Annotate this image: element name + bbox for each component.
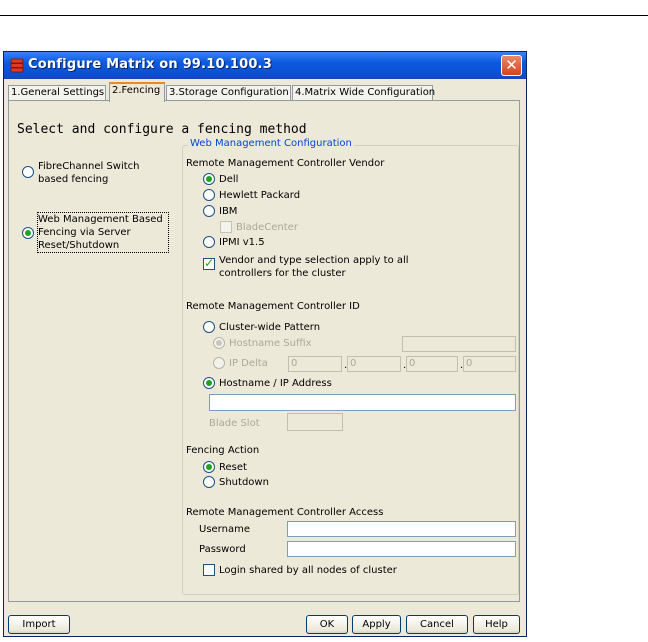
import-button[interactable]: Import	[8, 615, 70, 634]
hostname-suffix-radio[interactable]	[213, 337, 225, 349]
matrix-app-icon	[10, 58, 24, 73]
vendor-ipmi-label: IPMI v1.5	[219, 237, 265, 248]
window-title: Configure Matrix on 99.10.100.3	[28, 57, 272, 72]
hostname-suffix-label: Hostname Suffix	[229, 338, 312, 349]
vendor-apply-all-label: Vendor and type selection apply to all c…	[219, 255, 409, 279]
ip-delta-radio[interactable]	[213, 357, 225, 369]
bladecenter-label: BladeCenter	[236, 222, 298, 233]
tab-matrix-wide-configuration[interactable]: 4.Matrix Wide Configuration	[292, 85, 435, 101]
vendor-ibm-radio[interactable]	[203, 205, 215, 217]
tab-storage-configuration[interactable]: 3.Storage Configuration	[166, 85, 291, 101]
cluster-pattern-radio[interactable]	[203, 321, 215, 333]
vendor-ibm-label: IBM	[219, 206, 238, 217]
tab-fencing[interactable]: 2.Fencing	[109, 82, 165, 102]
hostname-ip-input[interactable]	[209, 394, 516, 411]
cancel-button[interactable]: Cancel	[406, 615, 468, 634]
ip-delta-label: IP Delta	[229, 358, 268, 369]
ip-delta-octet-3[interactable]: 0	[406, 356, 458, 372]
action-shutdown-radio[interactable]	[203, 476, 215, 488]
web-fencing-radio[interactable]	[22, 227, 34, 239]
access-section-label: Remote Management Controller Access	[186, 507, 384, 518]
id-section-label: Remote Management Controller ID	[186, 301, 360, 312]
close-button[interactable]: ✕	[501, 55, 522, 76]
vendor-ipmi-radio[interactable]	[203, 236, 215, 248]
cluster-pattern-label: Cluster-wide Pattern	[219, 322, 321, 333]
page-heading: Select and configure a fencing method	[17, 122, 307, 137]
fibre-fencing-radio[interactable]	[22, 166, 34, 178]
username-label: Username	[199, 524, 250, 535]
vendor-section-label: Remote Management Controller Vendor	[186, 158, 385, 169]
vendor-hp-label: Hewlett Packard	[219, 190, 301, 201]
hostname-suffix-input[interactable]	[402, 336, 516, 352]
blade-slot-input[interactable]	[287, 413, 343, 431]
vendor-hp-radio[interactable]	[203, 189, 215, 201]
top-rule	[0, 15, 648, 16]
action-reset-label: Reset	[219, 462, 247, 473]
login-shared-label: Login shared by all nodes of cluster	[219, 565, 397, 576]
ip-delta-octet-1[interactable]: 0	[288, 356, 342, 372]
ok-button[interactable]: OK	[306, 615, 348, 634]
configure-matrix-dialog: Configure Matrix on 99.10.100.3 ✕ 1.Gene…	[3, 51, 527, 637]
password-label: Password	[199, 544, 246, 555]
ip-delta-octet-2[interactable]: 0	[347, 356, 401, 372]
fibre-fencing-label: FibreChannel Switch based fencing	[38, 161, 140, 185]
group-title: Web Management Configuration	[188, 138, 354, 149]
ip-delta-octet-4[interactable]: 0	[463, 356, 516, 372]
password-input[interactable]	[287, 541, 516, 557]
username-input[interactable]	[287, 521, 516, 537]
title-bar[interactable]: Configure Matrix on 99.10.100.3 ✕	[4, 52, 526, 79]
bladecenter-checkbox[interactable]	[220, 221, 232, 233]
vendor-dell-radio[interactable]	[203, 173, 215, 185]
login-shared-checkbox[interactable]	[203, 564, 215, 576]
action-shutdown-label: Shutdown	[219, 477, 269, 488]
help-button[interactable]: Help	[473, 615, 520, 634]
hostname-ip-label: Hostname / IP Address	[219, 378, 332, 389]
hostname-ip-radio[interactable]	[203, 377, 215, 389]
vendor-apply-all-checkbox[interactable]	[203, 256, 215, 270]
tab-general-settings[interactable]: 1.General Settings	[8, 85, 106, 101]
blade-slot-label: Blade Slot	[209, 418, 260, 429]
vendor-dell-label: Dell	[219, 174, 239, 185]
action-reset-radio[interactable]	[203, 461, 215, 473]
apply-button[interactable]: Apply	[352, 615, 401, 634]
web-fencing-label: Web Management Based Fencing via Server …	[37, 212, 169, 253]
fencing-action-label: Fencing Action	[186, 445, 260, 456]
